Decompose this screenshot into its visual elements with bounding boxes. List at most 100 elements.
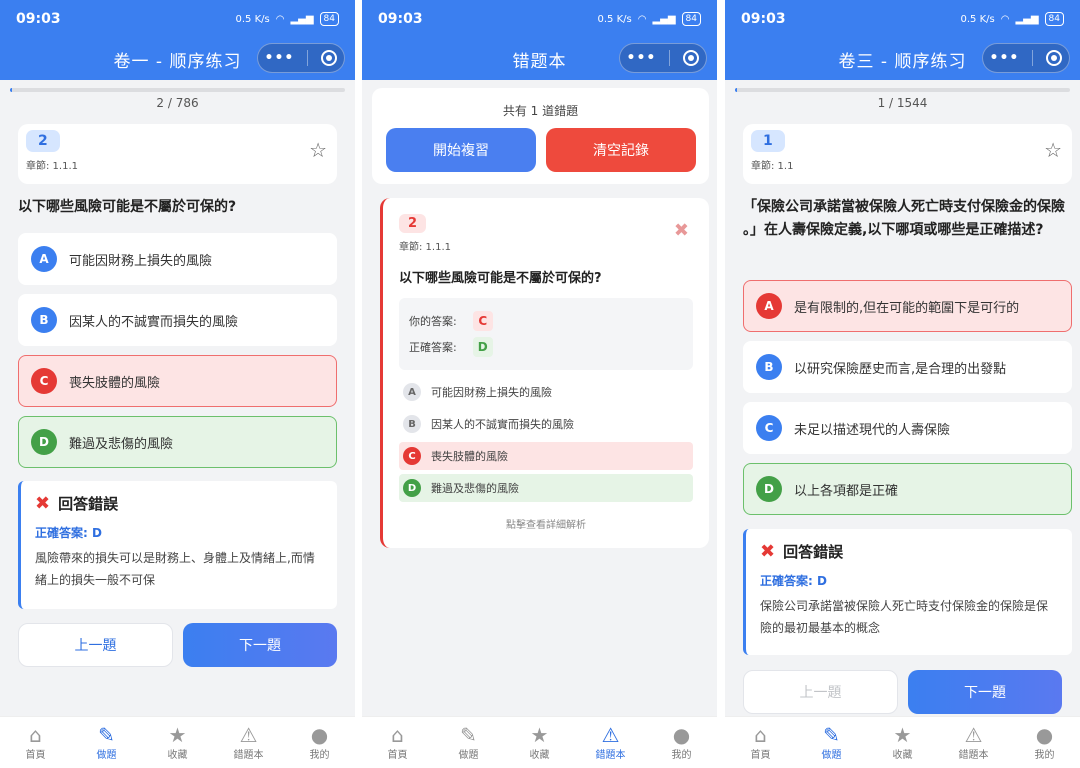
battery-icon: 84: [1044, 12, 1064, 26]
more-icon[interactable]: •••: [265, 50, 295, 66]
more-icon[interactable]: •••: [627, 50, 657, 66]
feedback-title: 回答錯誤: [783, 543, 844, 561]
status-time: 09:03: [378, 11, 423, 27]
progress-bar: [10, 88, 345, 92]
correct-answer: 正確答案: D: [760, 574, 827, 588]
tab-practice[interactable]: ✎ 做題: [433, 717, 504, 768]
progress-bar: [735, 88, 1070, 92]
wrong-question-card[interactable]: 2 章節: 1.1.1 ✖ 以下哪些風險可能是不屬於可保的? 你的答案: C 正確…: [380, 198, 709, 548]
network-speed: 0.5 K/s: [960, 13, 995, 25]
answer-feedback: ✖ 回答錯誤 正確答案: D 保險公司承諾當被保險人死亡時支付保險金的保險是保險的…: [743, 529, 1072, 655]
question-text: 以下哪些風險可能是不屬於可保的?: [399, 271, 602, 286]
option-text: 可能因財務上損失的風險: [69, 253, 213, 269]
status-time: 09:03: [741, 11, 786, 27]
battery-icon: 84: [681, 12, 701, 26]
option-letter: D: [756, 476, 782, 502]
wrong-x-icon: ✖: [760, 541, 776, 562]
question-counter: 2 / 786: [156, 96, 199, 110]
option-c[interactable]: C 喪失肢體的風險: [18, 355, 337, 407]
next-question-button[interactable]: 下一題: [183, 623, 337, 667]
option-c: C 喪失肢體的風險: [399, 442, 693, 470]
option-text: 喪失肢體的風險: [69, 375, 161, 391]
answer-compare-box: 你的答案: C 正確答案: D: [399, 298, 693, 370]
user-icon: ●: [310, 723, 329, 747]
prev-question-button[interactable]: 上一題: [743, 670, 898, 714]
view-explanation-link[interactable]: 點擊查看詳細解析: [399, 516, 693, 531]
next-question-button[interactable]: 下一題: [908, 670, 1062, 714]
miniprogram-capsule: •••: [619, 43, 707, 73]
tab-home[interactable]: ⌂ 首頁: [362, 717, 433, 768]
signal-icon: ▂▄▆: [1015, 13, 1039, 25]
chapter-label: 章節: 1.1: [751, 161, 794, 172]
chapter-label: 章節: 1.1.1: [26, 161, 78, 172]
option-letter: C: [756, 415, 782, 441]
pencil-icon: ✎: [460, 723, 477, 747]
clear-records-button[interactable]: 清空記錄: [546, 128, 696, 172]
option-d[interactable]: D 以上各項都是正確: [743, 463, 1072, 515]
tab-home[interactable]: ⌂ 首頁: [0, 717, 71, 768]
tab-wrongbook[interactable]: ⚠ 錯題本: [575, 717, 646, 768]
question-header-card: 1 章節: 1.1 ☆: [743, 124, 1072, 184]
tab-wrongbook[interactable]: ⚠ 錯題本: [938, 717, 1009, 768]
tab-bar: ⌂ 首頁 ✎ 做題 ★ 收藏 ⚠ 錯題本 ● 我的: [725, 716, 1080, 768]
favorite-star-icon[interactable]: ☆: [309, 138, 327, 162]
tab-favorites[interactable]: ★ 收藏: [142, 717, 213, 768]
tab-practice[interactable]: ✎ 做題: [71, 717, 142, 768]
option-letter: A: [756, 293, 782, 319]
tab-favorites[interactable]: ★ 收藏: [867, 717, 938, 768]
status-bar: 09:03 0.5 K/s ◠ ▂▄▆ 84: [0, 0, 355, 38]
user-icon: ●: [1035, 723, 1054, 747]
warning-icon: ⚠: [239, 723, 258, 747]
option-d: D 難過及悲傷的風險: [399, 474, 693, 502]
question-text: 以下哪些風險可能是不屬於可保的?: [18, 199, 237, 215]
header: 09:03 0.5 K/s ◠ ▂▄▆ 84 卷三 - 顺序练习 •••: [725, 0, 1080, 80]
close-miniprogram-icon[interactable]: [321, 50, 338, 66]
home-icon: ⌂: [754, 723, 767, 747]
warning-icon: ⚠: [601, 723, 620, 747]
tab-me[interactable]: ● 我的: [646, 717, 717, 768]
option-b[interactable]: B 因某人的不誠實而損失的風險: [18, 294, 337, 346]
option-d[interactable]: D 難過及悲傷的風險: [18, 416, 337, 468]
option-text: 因某人的不誠實而損失的風險: [69, 314, 239, 330]
option-b[interactable]: B 以研究保險歷史而言,是合理的出發點: [743, 341, 1072, 393]
star-icon: ★: [893, 723, 912, 747]
explanation-text: 保險公司承諾當被保險人死亡時支付保險金的保險是保險的最初最基本的概念: [760, 599, 1049, 635]
close-miniprogram-icon[interactable]: [683, 50, 700, 66]
option-c[interactable]: C 未足以描述現代的人壽保險: [743, 402, 1072, 454]
favorite-star-icon[interactable]: ☆: [1044, 138, 1062, 162]
tab-me[interactable]: ● 我的: [1009, 717, 1080, 768]
page-title: 卷三 - 顺序练习: [838, 51, 967, 72]
page-title: 错题本: [512, 51, 567, 72]
progress-fill: [10, 88, 12, 92]
more-icon[interactable]: •••: [990, 50, 1020, 66]
tab-wrongbook[interactable]: ⚠ 錯題本: [213, 717, 284, 768]
option-letter: D: [31, 429, 57, 455]
answer-feedback: ✖ 回答錯誤 正確答案: D 風險帶來的損失可以是財務上、身體上及情緒上,而情緒上…: [18, 481, 337, 609]
start-review-button[interactable]: 開始複習: [386, 128, 536, 172]
phone-screen-practice-1: 09:03 0.5 K/s ◠ ▂▄▆ 84 卷一 - 顺序练习 ••• 2 /…: [0, 0, 355, 768]
explanation-text: 風險帶來的損失可以是財務上、身體上及情緒上,而情緒上的損失一般不可保: [35, 551, 315, 587]
header: 09:03 0.5 K/s ◠ ▂▄▆ 84 卷一 - 顺序练习 •••: [0, 0, 355, 80]
chapter-label: 章節: 1.1.1: [399, 242, 451, 253]
option-a[interactable]: A 是有限制的,但在可能的範圍下是可行的: [743, 280, 1072, 332]
tab-me[interactable]: ● 我的: [284, 717, 355, 768]
home-icon: ⌂: [391, 723, 404, 747]
option-text: 以上各項都是正確: [794, 483, 899, 499]
your-answer-value: C: [472, 311, 493, 331]
prev-question-button[interactable]: 上一題: [18, 623, 173, 667]
close-miniprogram-icon[interactable]: [1046, 50, 1063, 66]
remove-x-icon[interactable]: ✖: [674, 220, 689, 241]
option-a[interactable]: A 可能因財務上損失的風險: [18, 233, 337, 285]
correct-answer: 正確答案: D: [35, 526, 102, 540]
feedback-title: 回答錯誤: [58, 495, 119, 513]
tab-practice[interactable]: ✎ 做題: [796, 717, 867, 768]
tab-home[interactable]: ⌂ 首頁: [725, 717, 796, 768]
question-number: 2: [399, 214, 427, 233]
question-number: 2: [26, 130, 60, 152]
page-title: 卷一 - 顺序练习: [113, 51, 242, 72]
option-text: 未足以描述現代的人壽保險: [794, 422, 951, 438]
tab-favorites[interactable]: ★ 收藏: [504, 717, 575, 768]
question-number: 1: [751, 130, 785, 152]
option-a: A 可能因財務上損失的風險: [399, 378, 693, 406]
star-icon: ★: [168, 723, 187, 747]
